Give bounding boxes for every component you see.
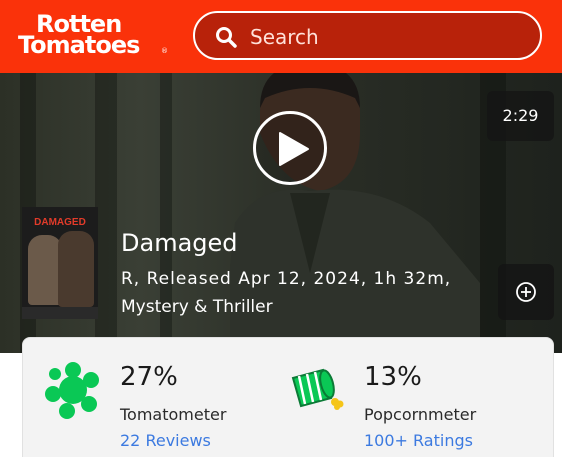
poster-actor [28, 235, 62, 305]
movie-genre: Mystery & Thriller [121, 297, 273, 317]
plus-circle-icon [516, 282, 536, 302]
search-input[interactable]: Search [193, 11, 542, 60]
poster-title: DAMAGED [34, 217, 86, 228]
site-header: Rotten Tomatoes ® Search [0, 0, 562, 73]
tomatometer-score: 27% [120, 362, 178, 392]
movie-meta: R, Released Apr 12, 2024, 1h 32m, [121, 269, 452, 289]
score-panel: 27% Tomatometer 22 Reviews 13% Popcornme… [22, 337, 554, 457]
background-tree [95, 73, 117, 353]
search-icon [216, 27, 237, 48]
logo-registered-mark: ® [161, 47, 168, 55]
rotten-tomatoes-logo[interactable]: Rotten Tomatoes ® [18, 12, 168, 60]
spilled-popcorn-icon [291, 368, 344, 410]
rotten-splat-icon [45, 362, 99, 419]
play-icon [279, 132, 309, 166]
search-placeholder: Search [250, 25, 319, 49]
logo-line2: Tomatoes [18, 31, 140, 59]
poster-footer [22, 307, 98, 319]
trailer-hero[interactable]: 2:29 DAMAGED Damaged R, Released Apr 12,… [0, 73, 562, 353]
movie-title: Damaged [121, 229, 238, 257]
popcornmeter-score: 13% [364, 362, 422, 392]
movie-poster[interactable]: DAMAGED [22, 207, 98, 319]
ratings-link[interactable]: 100+ Ratings [364, 431, 473, 450]
poster-actor [58, 231, 94, 307]
add-to-watchlist-button[interactable] [498, 264, 554, 320]
reviews-link[interactable]: 22 Reviews [120, 431, 211, 450]
popcornmeter-label: Popcornmeter [364, 405, 477, 424]
play-button[interactable] [253, 111, 327, 185]
video-duration-badge: 2:29 [487, 91, 554, 141]
tomatometer-label: Tomatometer [120, 405, 227, 424]
